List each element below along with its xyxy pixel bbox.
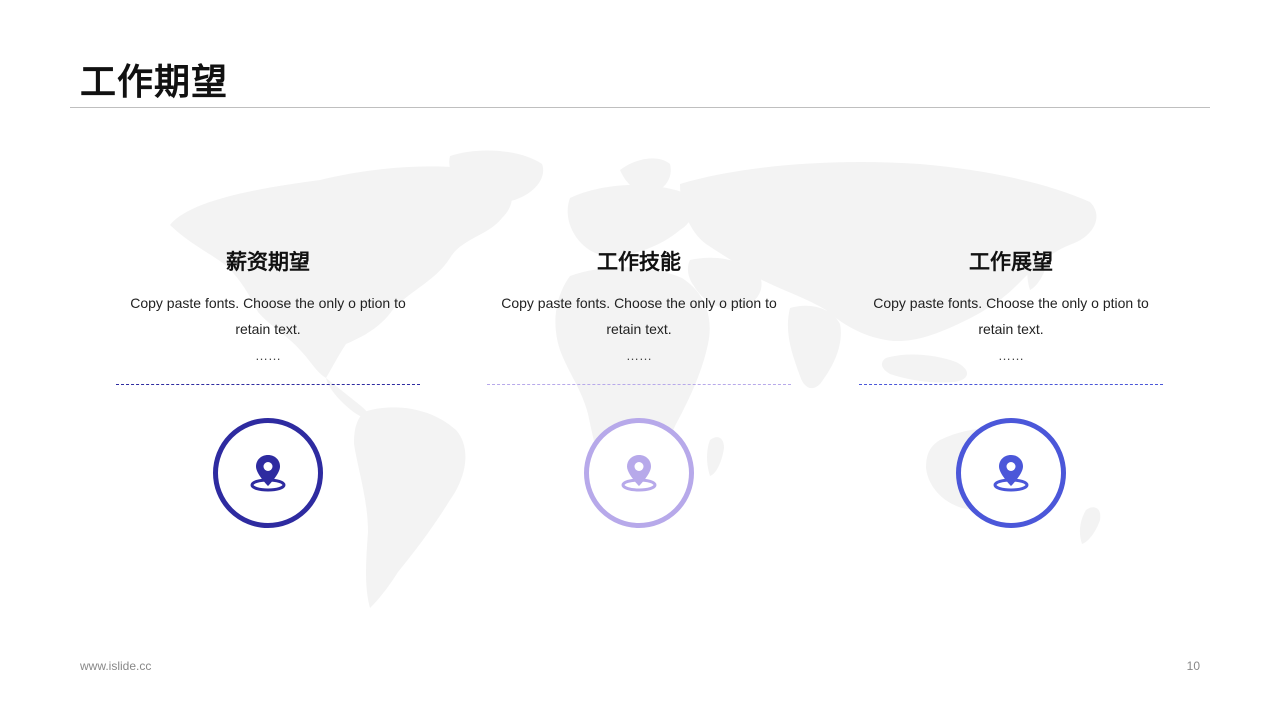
card-dashed-divider bbox=[859, 384, 1163, 385]
card-icon-circle bbox=[584, 418, 694, 528]
card-work-skills: 工作技能 Copy paste fonts. Choose the only o… bbox=[487, 244, 791, 534]
card-dashed-divider bbox=[487, 384, 791, 385]
page-number: 10 bbox=[1186, 659, 1200, 673]
footer-website-link[interactable]: www.islide.cc bbox=[80, 658, 151, 674]
slide-title: 工作期望 bbox=[80, 61, 229, 102]
card-body-text: Copy paste fonts. Choose the only o ptio… bbox=[130, 295, 406, 337]
card-body-text: Copy paste fonts. Choose the only o ptio… bbox=[501, 295, 777, 337]
card-dashed-divider bbox=[116, 384, 420, 385]
card-body-text: Copy paste fonts. Choose the only o ptio… bbox=[873, 295, 1149, 337]
card-icon-circle bbox=[213, 418, 323, 528]
card-icon-circle bbox=[956, 418, 1066, 528]
card-salary-expectation: 薪资期望 Copy paste fonts. Choose the only o… bbox=[116, 244, 420, 534]
title-divider bbox=[70, 107, 1210, 108]
card-ellipsis: …… bbox=[626, 348, 652, 363]
location-pin-icon bbox=[250, 455, 286, 492]
location-pin-icon bbox=[993, 455, 1029, 492]
location-pin-icon bbox=[621, 455, 657, 492]
card-heading: 薪资期望 bbox=[226, 251, 310, 274]
card-ellipsis: …… bbox=[998, 348, 1024, 363]
card-heading: 工作技能 bbox=[597, 251, 681, 274]
card-heading: 工作展望 bbox=[969, 251, 1053, 274]
card-ellipsis: …… bbox=[255, 348, 281, 363]
card-work-outlook: 工作展望 Copy paste fonts. Choose the only o… bbox=[859, 244, 1163, 534]
slide: 工作期望 薪资期望 Copy paste fonts. Choose the o… bbox=[0, 0, 1280, 720]
